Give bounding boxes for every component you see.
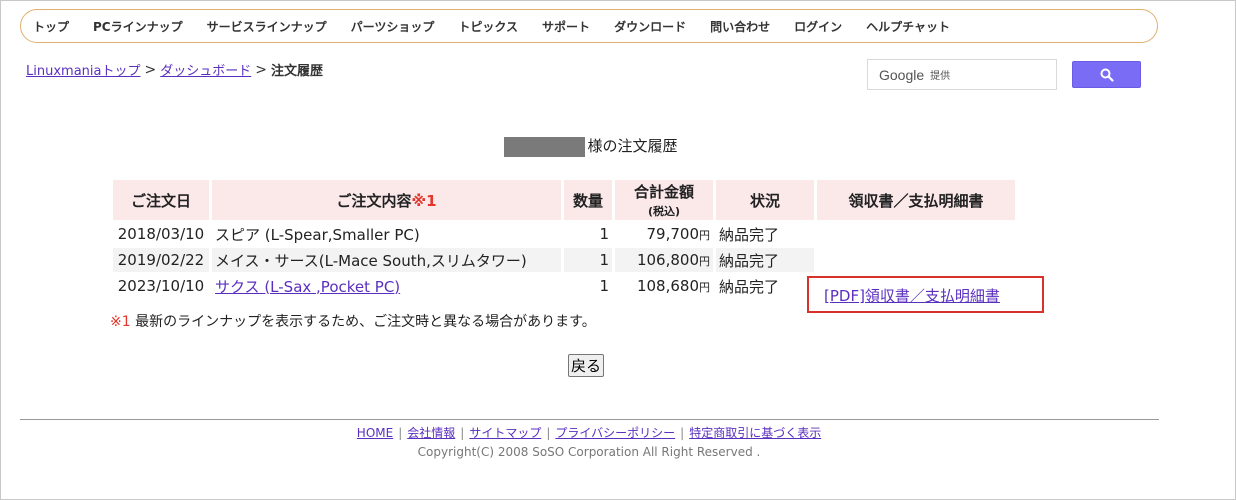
- note-mark: ※1: [110, 314, 131, 330]
- row-content: サクス (L-Sax ,Pocket PC): [212, 274, 561, 298]
- nav-parts-shop[interactable]: パーツショップ: [351, 18, 435, 35]
- search-input[interactable]: Google 提供: [867, 59, 1057, 90]
- breadcrumb-separator: >: [144, 61, 157, 78]
- row-quantity: 1: [599, 277, 609, 295]
- search-button[interactable]: [1072, 61, 1141, 88]
- redacted-username: [504, 136, 586, 157]
- row-status: 納品完了: [716, 248, 814, 272]
- nav-login[interactable]: ログイン: [794, 18, 842, 35]
- header-quantity: 数量: [564, 180, 612, 220]
- row-date: 2018/03/10: [117, 225, 205, 243]
- note-text: 最新のラインナップを表示するため、ご注文時と異なる場合があります。: [130, 314, 596, 330]
- breadcrumb-linuxmania-top[interactable]: Linuxmaniaトップ: [26, 60, 140, 79]
- footer-separator: |: [460, 426, 465, 440]
- row-receipt: [817, 222, 1015, 246]
- footer-separator: |: [680, 426, 685, 440]
- footer-links: HOME | 会社情報 | サイトマップ | プライバシーポリシー | 特定商取引に基づく表示: [1, 424, 1177, 441]
- footer-link-privacy[interactable]: プライバシーポリシー: [555, 426, 675, 440]
- row-quantity: 1: [564, 248, 612, 272]
- breadcrumb-current: 注文履歴: [270, 64, 323, 79]
- nav-topics[interactable]: トピックス: [458, 18, 518, 35]
- row-total-value: 106,800: [636, 251, 699, 269]
- breadcrumb: Linuxmaniaトップ > ダッシュボード > 注文履歴: [26, 60, 323, 80]
- page-title-suffix: 様の注文履歴: [587, 137, 678, 155]
- row-total: 106,800円: [615, 248, 713, 272]
- row-total-yen: 円: [699, 229, 710, 242]
- header-content-mark: ※1: [411, 191, 437, 210]
- page-title: 様の注文履歴: [1, 135, 1181, 157]
- back-button[interactable]: 戻る: [568, 354, 605, 377]
- nav-support[interactable]: サポート: [542, 18, 590, 35]
- row-total-value: 79,700: [646, 225, 700, 243]
- row-status: 納品完了: [719, 225, 780, 244]
- row-total-yen: 円: [699, 255, 710, 268]
- footer-link-sitemap[interactable]: サイトマップ: [469, 426, 541, 440]
- row-total: 79,700円: [615, 222, 713, 246]
- header-total: 合計金額 (税込): [615, 180, 713, 220]
- row-status: 納品完了: [719, 277, 780, 296]
- header-total-sub: (税込): [647, 205, 681, 218]
- table-header-row: ご注文日 ご注文内容※1 数量 合計金額 (税込) 状況 領収書／支払明細書: [113, 180, 1015, 220]
- table-row: 2019/02/22 メイス・サース(L-Mace South,スリムタワー) …: [113, 248, 1015, 272]
- nav-help-chat[interactable]: ヘルプチャット: [866, 18, 950, 35]
- copyright: Copyright(C) 2008 SoSO Corporation All R…: [417, 445, 761, 459]
- nav-pc-lineup[interactable]: PCラインナップ: [93, 18, 183, 35]
- header-total-label: 合計金額: [633, 183, 694, 201]
- footer-separator: |: [398, 426, 403, 440]
- google-logo: Google: [879, 66, 925, 83]
- footer-separator: |: [546, 426, 551, 440]
- header-order-content: ご注文内容※1: [212, 180, 561, 220]
- footer-divider: [20, 419, 1159, 420]
- footer-link-company[interactable]: 会社情報: [407, 426, 455, 440]
- row-total-value: 108,680: [636, 277, 699, 295]
- footer-link-home[interactable]: HOME: [357, 426, 393, 440]
- search-provided-label: 提供: [930, 71, 951, 82]
- header-content-label: ご注文内容: [336, 191, 412, 210]
- row-content: メイス・サース(L-Mace South,スリムタワー): [212, 248, 561, 272]
- footer-link-commerce-law[interactable]: 特定商取引に基づく表示: [689, 426, 821, 440]
- header-receipt: 領収書／支払明細書: [817, 180, 1015, 220]
- nav-service-lineup[interactable]: サービスラインナップ: [207, 18, 327, 35]
- product-link-sax[interactable]: サクス (L-Sax ,Pocket PC): [215, 278, 400, 296]
- header-order-date: ご注文日: [113, 180, 209, 220]
- lineup-note: ※1 最新のラインナップを表示するため、ご注文時と異なる場合があります。: [110, 311, 596, 331]
- nav-download[interactable]: ダウンロード: [614, 18, 686, 35]
- row-receipt: [817, 248, 1015, 272]
- nav-contact[interactable]: 問い合わせ: [710, 18, 770, 35]
- row-total: 108,680円: [615, 274, 713, 298]
- row-content: スピア (L-Spear,Smaller PC): [215, 225, 420, 244]
- header-status: 状況: [716, 180, 814, 220]
- top-navigation: トップ PCラインナップ サービスラインナップ パーツショップ トピックス サポ…: [20, 9, 1158, 43]
- row-total-yen: 円: [699, 281, 710, 294]
- breadcrumb-dashboard[interactable]: ダッシュボード: [160, 60, 251, 79]
- receipt-pdf-link[interactable]: [PDF]領収書／支払明細書: [824, 285, 1000, 306]
- search-icon: [1100, 68, 1114, 82]
- table-row: 2018/03/10 スピア (L-Spear,Smaller PC) 1 79…: [113, 222, 1015, 246]
- row-quantity: 1: [599, 225, 609, 243]
- nav-top[interactable]: トップ: [33, 18, 69, 35]
- breadcrumb-separator: >: [255, 61, 267, 78]
- row-date: 2019/02/22: [113, 248, 209, 272]
- row-date: 2023/10/10: [117, 277, 205, 295]
